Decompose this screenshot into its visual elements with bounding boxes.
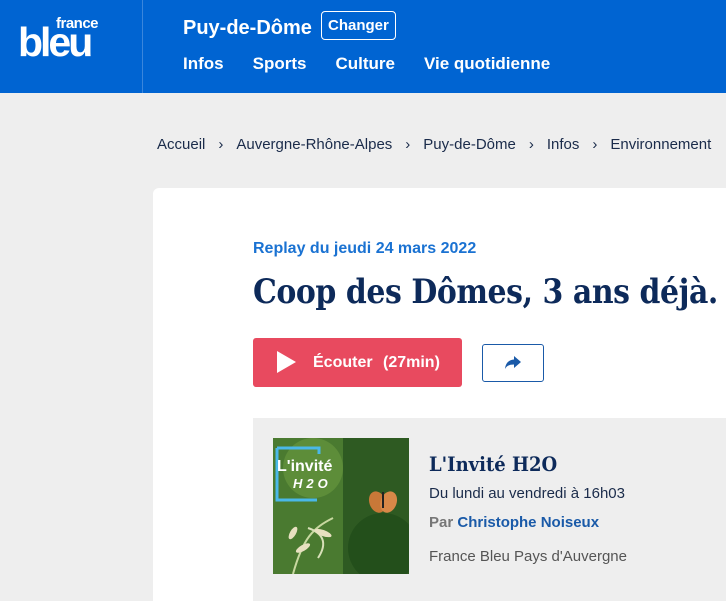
nav-item-culture[interactable]: Culture: [335, 54, 395, 74]
share-icon: [505, 356, 521, 369]
site-header: france bleu Puy-de-Dôme Changer Infos Sp…: [0, 0, 726, 93]
author-link[interactable]: Christophe Noiseux: [457, 514, 599, 531]
breadcrumb-environnement[interactable]: Environnement: [610, 136, 711, 154]
nav-item-vie-quotidienne[interactable]: Vie quotidienne: [424, 54, 550, 74]
breadcrumb: Accueil › Auvergne-Rhône-Alpes › Puy-de-…: [157, 136, 711, 154]
chevron-right-icon: ›: [218, 136, 224, 153]
page-title: Coop des Dômes, 3 ans déjà.: [253, 272, 718, 312]
show-cover-title-line1: L'invité: [277, 458, 333, 475]
show-cover-title-line2: H2O: [293, 476, 332, 491]
chevron-right-icon: ›: [592, 136, 598, 153]
region-name: Puy-de-Dôme: [183, 17, 312, 39]
breadcrumb-infos[interactable]: Infos: [547, 136, 580, 154]
logo-bleu-text: bleu: [18, 19, 93, 65]
nav-item-infos[interactable]: Infos: [183, 54, 224, 74]
breadcrumb-accueil[interactable]: Accueil: [157, 136, 205, 154]
breadcrumb-auvergne-rhone-alpes[interactable]: Auvergne-Rhône-Alpes: [236, 136, 392, 154]
replay-date: Replay du jeudi 24 mars 2022: [253, 240, 477, 257]
show-station: France Bleu Pays d'Auvergne: [429, 548, 627, 565]
share-button[interactable]: [482, 344, 544, 382]
play-icon: [277, 351, 296, 373]
chevron-right-icon: ›: [528, 136, 534, 153]
show-cover-image[interactable]: L'invité H2O: [273, 438, 409, 574]
france-bleu-logo[interactable]: france bleu: [0, 0, 143, 93]
show-schedule: Du lundi au vendredi à 16h03: [429, 485, 625, 502]
main-nav: Infos Sports Culture Vie quotidienne: [183, 54, 550, 74]
author-prefix: Par: [429, 514, 454, 531]
listen-label: Écouter: [313, 354, 373, 371]
listen-duration: (27min): [383, 354, 440, 371]
show-title[interactable]: L'Invité H2O: [429, 452, 557, 476]
nav-item-sports[interactable]: Sports: [253, 54, 307, 74]
chevron-right-icon: ›: [405, 136, 411, 153]
show-author-line: Par Christophe Noiseux: [429, 514, 599, 532]
change-region-button[interactable]: Changer: [321, 11, 396, 40]
listen-button[interactable]: Écouter (27min): [253, 338, 462, 387]
breadcrumb-puy-de-dome[interactable]: Puy-de-Dôme: [423, 136, 516, 154]
